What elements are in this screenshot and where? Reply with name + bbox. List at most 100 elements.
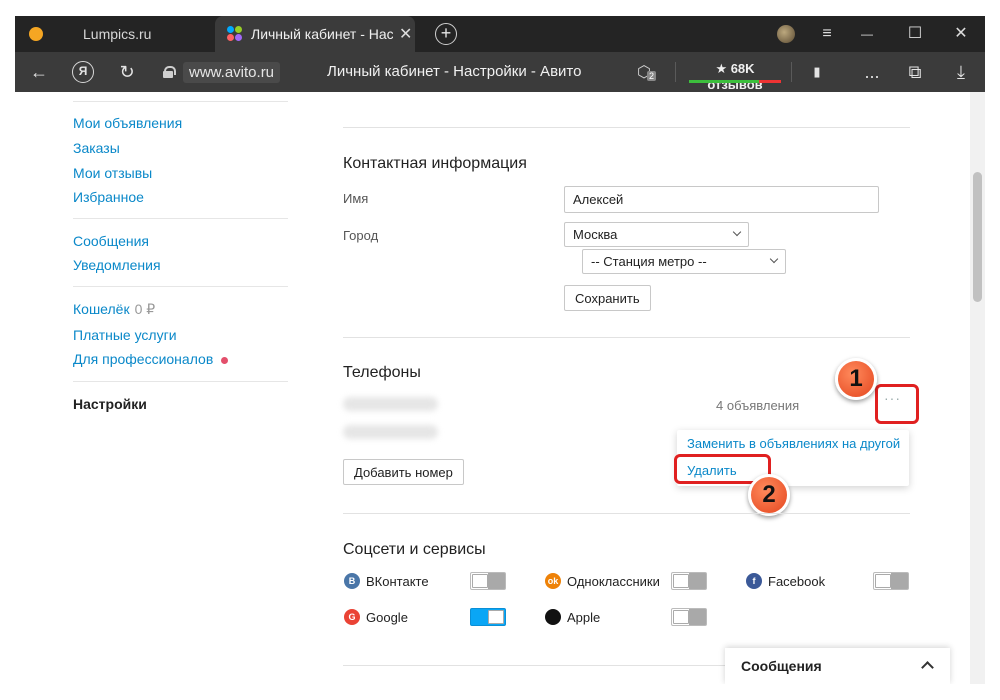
social-name: Apple bbox=[567, 609, 601, 625]
yandex-icon[interactable]: Я bbox=[72, 61, 94, 83]
phone-ads-count: 4 объявления bbox=[716, 398, 800, 413]
sidebar-item-orders[interactable]: Заказы bbox=[73, 140, 120, 156]
address-domain: www.avito.ru bbox=[183, 61, 281, 83]
scrollbar-thumb[interactable] bbox=[973, 172, 982, 302]
tab-avito[interactable]: Личный кабинет - Настройки - Авито ✕ bbox=[215, 16, 415, 52]
sidebar-item-wallet[interactable]: Кошелёк 0 ₽ bbox=[73, 301, 155, 318]
chevron-up-icon[interactable] bbox=[921, 661, 934, 674]
page-scrollbar[interactable] bbox=[970, 92, 985, 684]
vk-icon: B bbox=[344, 573, 360, 589]
ok-toggle[interactable] bbox=[671, 572, 707, 590]
apple-toggle[interactable] bbox=[671, 608, 707, 626]
sidebar-divider bbox=[73, 381, 288, 382]
browser-tab-strip: Lumpics.ru Личный кабинет - Настройки - … bbox=[15, 16, 985, 52]
name-label: Имя bbox=[343, 191, 369, 206]
browser-navbar: ← Я ↻ www.avito.ru Личный кабинет - Наст… bbox=[15, 52, 985, 92]
social-name: ВКонтакте bbox=[366, 573, 429, 589]
vk-toggle[interactable] bbox=[470, 572, 506, 590]
social-name: Одноклассники bbox=[567, 573, 660, 589]
social-name: Google bbox=[366, 609, 408, 625]
sidebar-item-reviews[interactable]: Мои отзывы bbox=[73, 165, 152, 181]
social-facebook: f Facebook bbox=[746, 573, 825, 589]
social-vk: B ВКонтакте bbox=[344, 573, 429, 589]
toolbar-divider bbox=[675, 62, 676, 82]
sidebar-divider bbox=[73, 286, 288, 287]
city-select[interactable]: Москва bbox=[564, 222, 749, 247]
more-icon[interactable]: ... bbox=[860, 60, 884, 84]
metro-select[interactable]: -- Станция метро -- bbox=[582, 249, 786, 274]
city-select-value: Москва bbox=[573, 227, 618, 242]
browser-menu-icon[interactable]: ≡ bbox=[815, 22, 839, 46]
maximize-icon[interactable]: ☐ bbox=[903, 22, 927, 46]
apple-icon bbox=[545, 609, 561, 625]
sidebar-item-notifications[interactable]: Уведомления bbox=[73, 257, 161, 273]
profile-avatar[interactable] bbox=[777, 25, 795, 43]
google-icon: G bbox=[344, 609, 360, 625]
metro-select-value: -- Станция метро -- bbox=[591, 254, 707, 269]
reviews-rating-bar bbox=[689, 80, 781, 83]
social-title: Соцсети и сервисы bbox=[343, 541, 486, 558]
tab-lumpics[interactable]: Lumpics.ru bbox=[15, 16, 215, 52]
add-number-button[interactable]: Добавить номер bbox=[343, 459, 464, 485]
address-page-title: Личный кабинет - Настройки - Авито bbox=[327, 63, 582, 80]
wallet-balance: 0 ₽ bbox=[134, 301, 156, 317]
lumpics-favicon-icon bbox=[29, 27, 43, 41]
name-input[interactable]: Алексей bbox=[564, 186, 879, 213]
social-google: G Google bbox=[344, 609, 408, 625]
reviews-label: ★ 68K отзывов bbox=[707, 61, 763, 92]
save-button[interactable]: Сохранить bbox=[564, 285, 651, 311]
sidebar-item-label: Для профессионалов bbox=[73, 351, 214, 367]
sidebar-item-my-ads[interactable]: Мои объявления bbox=[73, 115, 182, 131]
lock-icon bbox=[163, 66, 176, 78]
settings-page: Мои объявления Заказы Мои отзывы Избранн… bbox=[15, 92, 970, 684]
sidebar-divider bbox=[73, 101, 288, 102]
sidebar-item-professionals[interactable]: Для профессионалов bbox=[73, 351, 229, 367]
tab-title: Личный кабинет - Настройки - Авито bbox=[251, 26, 393, 42]
toolbar-divider bbox=[791, 62, 792, 82]
back-arrow-icon[interactable]: ← bbox=[27, 60, 51, 84]
step-badge-1: 1 bbox=[835, 358, 877, 400]
sidebar-item-paid-services[interactable]: Платные услуги bbox=[73, 327, 177, 343]
google-toggle[interactable] bbox=[470, 608, 506, 626]
avito-favicon-icon bbox=[227, 26, 243, 42]
new-tab-button[interactable]: + bbox=[435, 23, 457, 45]
chevron-down-icon bbox=[732, 227, 742, 237]
tab-title: Lumpics.ru bbox=[83, 26, 152, 42]
phone-number-blurred bbox=[343, 397, 438, 411]
facebook-icon: f bbox=[746, 573, 762, 589]
wallet-label: Кошелёк bbox=[73, 301, 130, 317]
ok-icon: ok bbox=[545, 573, 561, 589]
new-indicator-dot bbox=[221, 356, 229, 364]
social-apple: Apple bbox=[545, 609, 600, 625]
menu-item-replace[interactable]: Заменить в объявлениях на другой bbox=[687, 436, 900, 451]
messages-panel[interactable]: Сообщения bbox=[725, 648, 950, 684]
close-window-icon[interactable]: ✕ bbox=[949, 22, 973, 46]
protect-shield-icon[interactable]: ⬡ 2 bbox=[637, 62, 661, 84]
contact-info-title: Контактная информация bbox=[343, 155, 527, 172]
section-divider bbox=[343, 337, 910, 338]
phones-title: Телефоны bbox=[343, 364, 421, 381]
facebook-toggle[interactable] bbox=[873, 572, 909, 590]
sidebar-item-favorites[interactable]: Избранное bbox=[73, 189, 144, 205]
phone-more-button[interactable]: ··· bbox=[884, 390, 901, 406]
social-name: Facebook bbox=[768, 573, 826, 589]
city-label: Город bbox=[343, 228, 379, 243]
downloads-icon[interactable]: ⤓ bbox=[949, 60, 973, 84]
address-bar[interactable]: www.avito.ru bbox=[155, 60, 281, 84]
window-bottom-edge bbox=[15, 684, 985, 700]
reload-icon[interactable]: ↻ bbox=[115, 60, 139, 84]
sidebar-divider bbox=[73, 218, 288, 219]
bookmark-icon[interactable]: ▮ bbox=[805, 60, 829, 84]
sidebar-item-messages[interactable]: Сообщения bbox=[73, 233, 149, 249]
chevron-down-icon bbox=[769, 254, 779, 264]
sidebar-icon[interactable]: ⧉ bbox=[903, 60, 927, 84]
step-badge-2: 2 bbox=[748, 474, 790, 516]
protect-count: 2 bbox=[647, 71, 657, 81]
section-divider bbox=[343, 127, 910, 128]
section-divider bbox=[343, 513, 910, 514]
social-ok: ok Одноклассники bbox=[545, 573, 660, 589]
tab-close-icon[interactable]: ✕ bbox=[399, 24, 412, 44]
minimize-icon[interactable]: — bbox=[855, 22, 879, 46]
reviews-badge[interactable]: ★ 68K отзывов bbox=[689, 59, 781, 92]
sidebar-item-settings[interactable]: Настройки bbox=[73, 396, 147, 412]
